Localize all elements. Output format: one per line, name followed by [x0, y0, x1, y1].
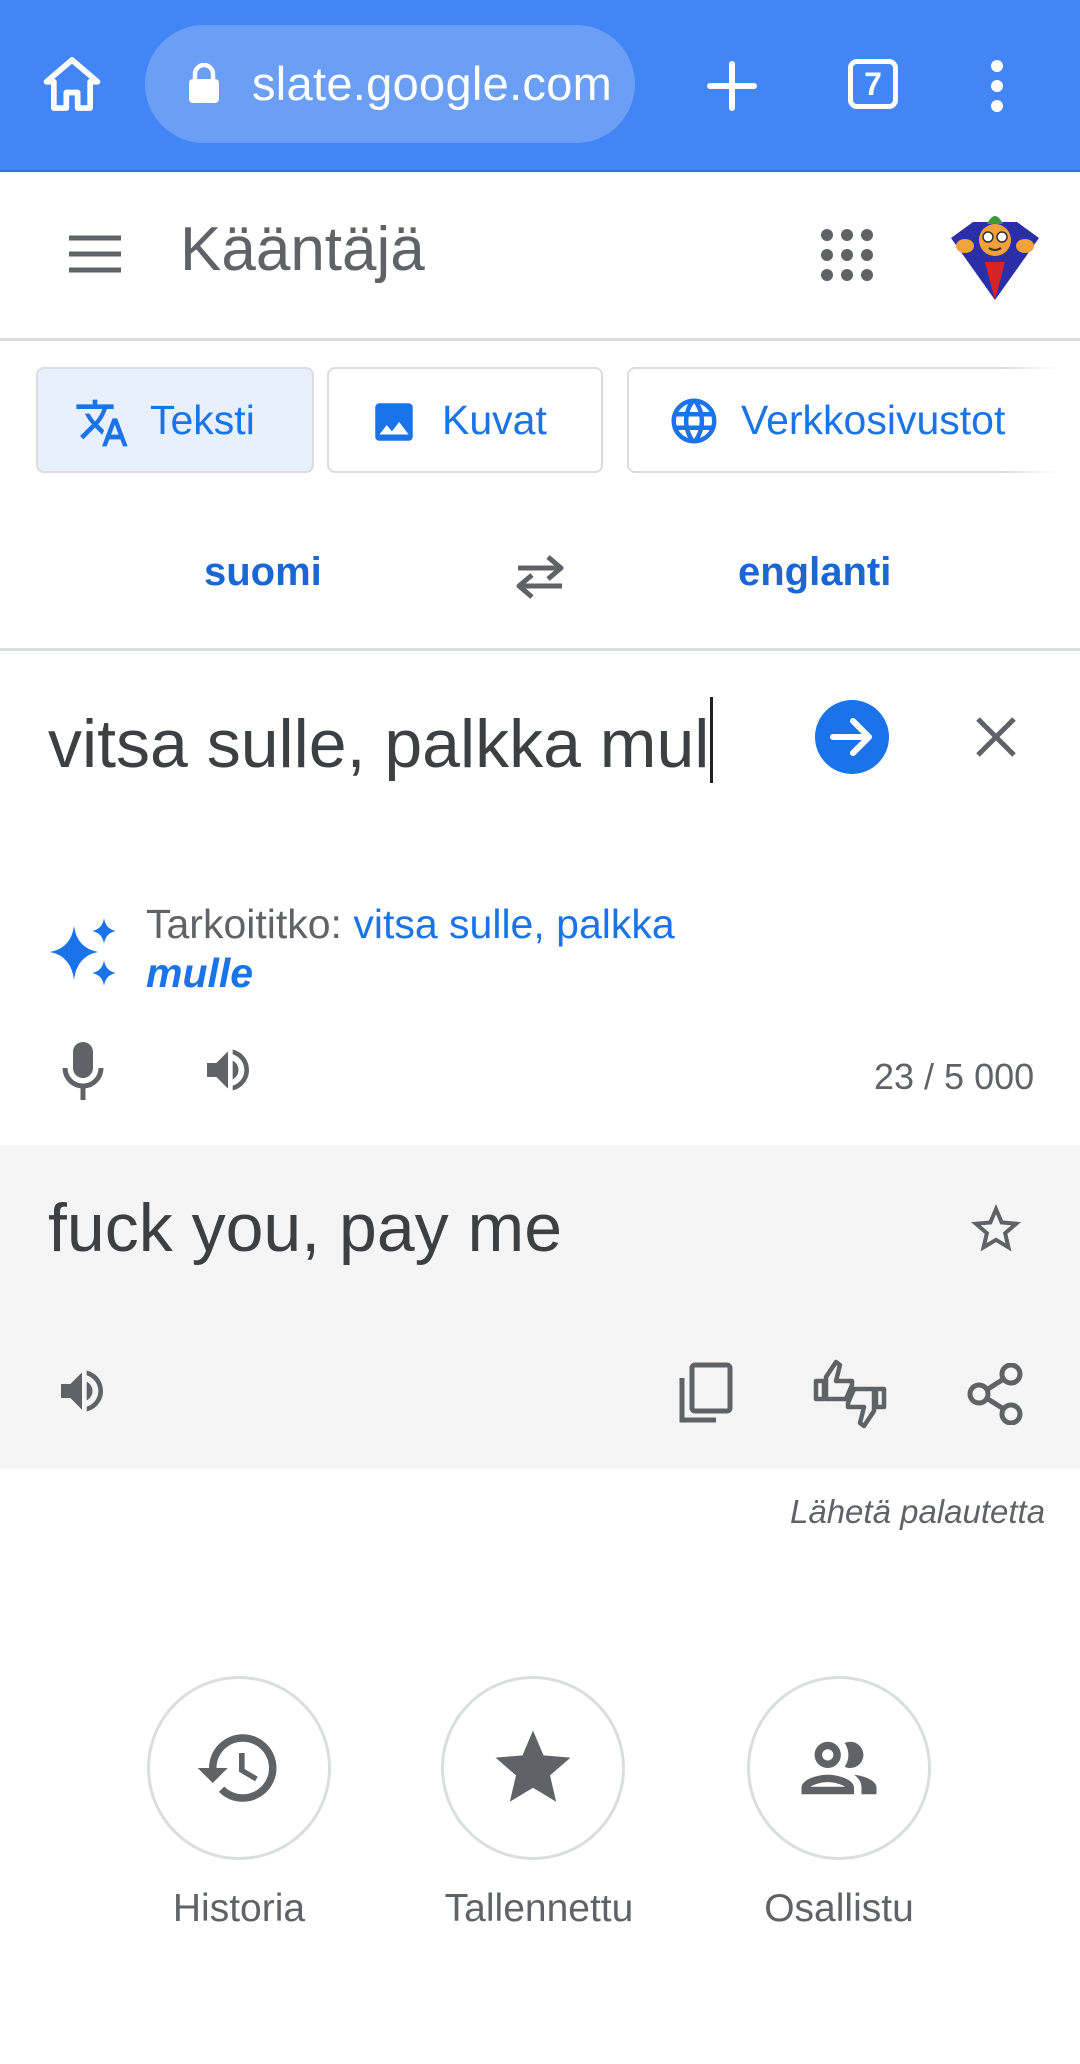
close-icon — [976, 717, 1016, 757]
plus-icon — [707, 61, 757, 111]
tab-websites-label: Verkkosivustot — [741, 397, 1006, 443]
more-vert-icon — [991, 60, 1003, 112]
share-icon — [967, 1363, 1023, 1425]
translate-icon — [74, 395, 130, 451]
voice-input-button[interactable] — [60, 1040, 106, 1102]
app-header: Kääntäjä — [0, 172, 1080, 341]
source-text: vitsa sulle, palkka mul — [48, 706, 710, 782]
source-language-button[interactable]: suomi — [204, 550, 322, 595]
divider — [0, 648, 1080, 651]
apps-button[interactable] — [818, 226, 876, 284]
speaker-icon — [61, 1370, 103, 1412]
source-text-input[interactable]: vitsa sulle, palkka mul — [48, 697, 714, 783]
did-you-mean-suggestion: Tarkoititko: vitsa sulle, palkka mulle — [146, 900, 766, 998]
suggestion-corrected-word: mulle — [146, 950, 254, 996]
saved-label: Tallennettu — [444, 1887, 634, 1930]
copy-icon — [679, 1362, 733, 1423]
home-button[interactable] — [38, 50, 106, 118]
send-feedback-link[interactable]: Lähetä palautetta — [790, 1493, 1045, 1531]
thumbs-up-down-icon — [813, 1359, 887, 1429]
history-label: Historia — [172, 1887, 306, 1930]
listen-translation-button[interactable] — [52, 1363, 112, 1419]
image-icon — [369, 397, 419, 447]
suggestion-normal-text: vitsa sulle, palkka — [353, 901, 675, 947]
url-bar[interactable]: slate.google.com — [145, 25, 635, 143]
saved-button[interactable] — [441, 1676, 625, 1860]
speaker-icon — [207, 1049, 249, 1091]
text-cursor — [710, 697, 714, 783]
sparkle-icon — [48, 918, 120, 990]
app-title: Kääntäjä — [180, 215, 425, 284]
contribute-label: Osallistu — [764, 1887, 914, 1930]
home-icon — [43, 57, 101, 111]
browser-toolbar: slate.google.com 7 — [0, 0, 1080, 172]
menu-button[interactable] — [66, 234, 124, 274]
rate-translation-button[interactable] — [812, 1359, 888, 1429]
tab-images-label: Kuvat — [442, 397, 547, 443]
tab-switcher-button[interactable]: 7 — [848, 59, 898, 109]
new-tab-button[interactable] — [706, 60, 758, 112]
history-button[interactable] — [147, 1676, 331, 1860]
share-translation-button[interactable] — [966, 1363, 1024, 1425]
globe-icon — [667, 394, 721, 448]
tab-images[interactable]: Kuvat — [327, 367, 603, 473]
tab-text[interactable]: Teksti — [36, 367, 314, 473]
target-language-button[interactable]: englanti — [738, 550, 891, 595]
clear-input-button[interactable] — [975, 716, 1017, 758]
people-icon — [801, 1741, 877, 1795]
character-count: 23 / 5 000 — [874, 1056, 1035, 1097]
copy-translation-button[interactable] — [676, 1362, 734, 1424]
arrow-forward-icon — [815, 700, 889, 774]
apps-grid-icon — [821, 229, 873, 281]
browser-menu-button[interactable] — [980, 56, 1014, 116]
save-translation-button[interactable] — [966, 1199, 1026, 1259]
star-outline-icon — [971, 1204, 1021, 1252]
avatar[interactable] — [945, 202, 1045, 302]
translation-text: fuck you, pay me — [48, 1190, 563, 1266]
tab-text-label: Teksti — [150, 397, 255, 443]
swap-icon — [516, 555, 564, 599]
contribute-button[interactable] — [747, 1676, 931, 1860]
microphone-icon — [62, 1042, 104, 1100]
url-text: slate.google.com — [252, 57, 613, 110]
swap-languages-button[interactable] — [510, 552, 570, 600]
star-icon — [495, 1730, 571, 1802]
listen-source-button[interactable] — [198, 1042, 258, 1098]
translation-output-panel: fuck you, pay me — [0, 1145, 1080, 1469]
hamburger-icon — [69, 235, 121, 273]
history-icon — [197, 1734, 277, 1802]
translate-submit-button[interactable] — [815, 700, 889, 774]
suggestion-prefix: Tarkoititko: — [146, 901, 354, 947]
lock-icon — [187, 63, 221, 105]
